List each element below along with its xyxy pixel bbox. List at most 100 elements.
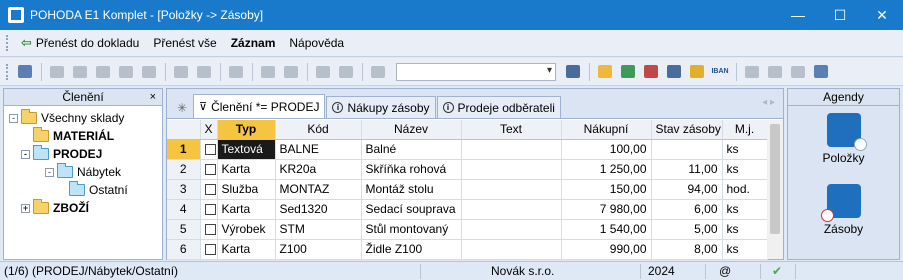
cell-text[interactable] [461,159,562,180]
cell-nakupni[interactable]: 150,00 [561,179,652,200]
column-header-text[interactable]: Text [461,120,562,140]
toolbar-grip[interactable] [6,35,10,51]
cell-mj[interactable]: ks [722,219,768,240]
card3-icon[interactable] [787,62,809,82]
column-header-nakupni[interactable]: Nákupní [561,120,652,140]
minimize-button[interactable]: — [777,0,819,30]
table-row[interactable]: 6 Karta Z100 Židle Z100 990,00 8,00 ks [167,239,768,260]
cell-nazev[interactable]: Balné [361,139,462,160]
cell-kod[interactable]: BALNE [275,139,362,160]
help-icon[interactable] [810,62,832,82]
table-icon[interactable] [617,62,639,82]
cell-mj[interactable]: ks [722,139,768,160]
cell-kod[interactable]: Z100 [275,239,362,260]
cell-mj[interactable]: ks [722,159,768,180]
cell-kod[interactable]: Sed1320 [275,199,362,220]
cell-stav-zasoby[interactable] [651,139,723,160]
brush-icon[interactable] [193,62,215,82]
row-checkbox[interactable] [204,224,216,236]
folder-icon[interactable] [594,62,616,82]
cell-kod[interactable]: STM [275,219,362,240]
delete-record-icon[interactable] [138,62,160,82]
cell-mj[interactable]: ks [722,199,768,220]
cell-typ[interactable]: Služba [217,179,276,200]
cell-stav-zasoby[interactable]: 11,00 [651,159,723,180]
cell-kod[interactable]: MONTAZ [275,179,362,200]
cell-nakupni[interactable]: 7 980,00 [561,199,652,220]
row-checkbox[interactable] [204,244,216,256]
cell-nazev[interactable]: Skříňka rohová [361,159,462,180]
column-header-x[interactable]: X [200,120,218,140]
table-row[interactable]: 5 Výrobek STM Stůl montovaný 1 540,00 5,… [167,219,768,240]
cell-nakupni[interactable]: 100,00 [561,139,652,160]
document-icon[interactable] [170,62,192,82]
cell-typ[interactable]: Karta [217,239,276,260]
collapse-icon[interactable]: - [9,113,18,123]
cell-nazev[interactable]: Stůl montovaný [361,219,462,240]
menu-prenest-do-dokladu[interactable]: ⇦ Přenést do dokladu [14,32,146,54]
column-header-mj[interactable]: M.j. [722,120,768,140]
column-header-kod[interactable]: Kód [275,120,362,140]
close-button[interactable]: ✕ [861,0,903,30]
toolbar-grip[interactable] [6,63,10,80]
panel-toggle-icon[interactable] [14,62,36,82]
row-checkbox[interactable] [204,164,216,176]
cell-mj[interactable]: ks [722,239,768,260]
card-icon[interactable] [741,62,763,82]
close-icon[interactable]: × [150,89,156,105]
menu-prenest-vse[interactable]: Přenést vše [146,32,223,54]
duplicate-icon[interactable] [115,62,137,82]
card2-icon[interactable] [764,62,786,82]
cell-stav-zasoby[interactable]: 94,00 [651,179,723,200]
cell-text[interactable] [461,239,562,260]
star-icon[interactable]: ✳ [171,98,193,118]
scrollbar-thumb[interactable] [770,124,780,234]
grid-icon[interactable] [225,62,247,82]
row-checkbox[interactable] [204,184,216,196]
cell-mj[interactable]: hod. [722,179,768,200]
iban-icon[interactable]: IBAN [709,62,731,82]
collapse-icon[interactable]: - [45,167,54,177]
tree-item-prodej[interactable]: - PRODEJ [21,145,102,163]
cell-text[interactable] [461,179,562,200]
vertical-scrollbar[interactable] [767,120,783,259]
tab-nakupy-zasoby[interactable]: i Nákupy zásoby [326,96,436,118]
gear-icon[interactable] [280,62,302,82]
menu-napoveda[interactable]: Nápověda [282,32,351,54]
cell-nakupni[interactable]: 990,00 [561,239,652,260]
cell-text[interactable] [461,199,562,220]
menu-zaznam[interactable]: Záznam [224,32,283,54]
expand-icon[interactable]: + [21,203,30,213]
tab-prodeje-odberateli[interactable]: i Prodeje odběrateli [436,96,561,118]
table-row[interactable]: 3 Služba MONTAZ Montáž stolu 150,00 94,0… [167,179,768,200]
cell-stav-zasoby[interactable]: 5,00 [651,219,723,240]
tree-item-nabytek[interactable]: - Nábytek [45,163,121,181]
tab-scroll-arrows-icon[interactable]: ◂ ▸ [762,97,775,108]
print-icon[interactable] [335,62,357,82]
tab-cleneni[interactable]: ⊽ Členění *= PRODEJ [193,94,326,118]
tree-item-material[interactable]: MATERIÁL [33,127,114,145]
cell-typ[interactable]: Výrobek [217,219,276,240]
cell-nakupni[interactable]: 1 250,00 [561,159,652,180]
column-header-typ[interactable]: Typ [217,120,276,140]
cell-nakupni[interactable]: 1 540,00 [561,219,652,240]
column-header-nazev[interactable]: Název [361,120,462,140]
cell-nazev[interactable]: Sedací souprava [361,199,462,220]
title-bar[interactable]: POHODA E1 Komplet - [Položky -> Zásoby] … [0,0,903,30]
row-checkbox[interactable] [204,144,216,156]
cell-text[interactable] [461,219,562,240]
collapse-icon[interactable]: - [21,149,30,159]
calculator-icon[interactable] [663,62,685,82]
monitor-icon[interactable] [640,62,662,82]
table-row[interactable]: 1 Textová BALNE Balné 100,00 ks [167,139,768,160]
cell-text[interactable] [461,139,562,160]
tree-item-ostatni[interactable]: Ostatní [69,181,128,199]
agenda-zasoby[interactable]: Zásoby [788,184,899,236]
coins-icon[interactable] [686,62,708,82]
back-icon[interactable] [257,62,279,82]
tree-item-vsechny-sklady[interactable]: - Všechny sklady [9,109,124,127]
row-checkbox[interactable] [204,204,216,216]
save-icon[interactable] [312,62,334,82]
new-record-icon[interactable] [46,62,68,82]
column-header-stav-zasoby[interactable]: Stav zásoby [651,120,723,140]
